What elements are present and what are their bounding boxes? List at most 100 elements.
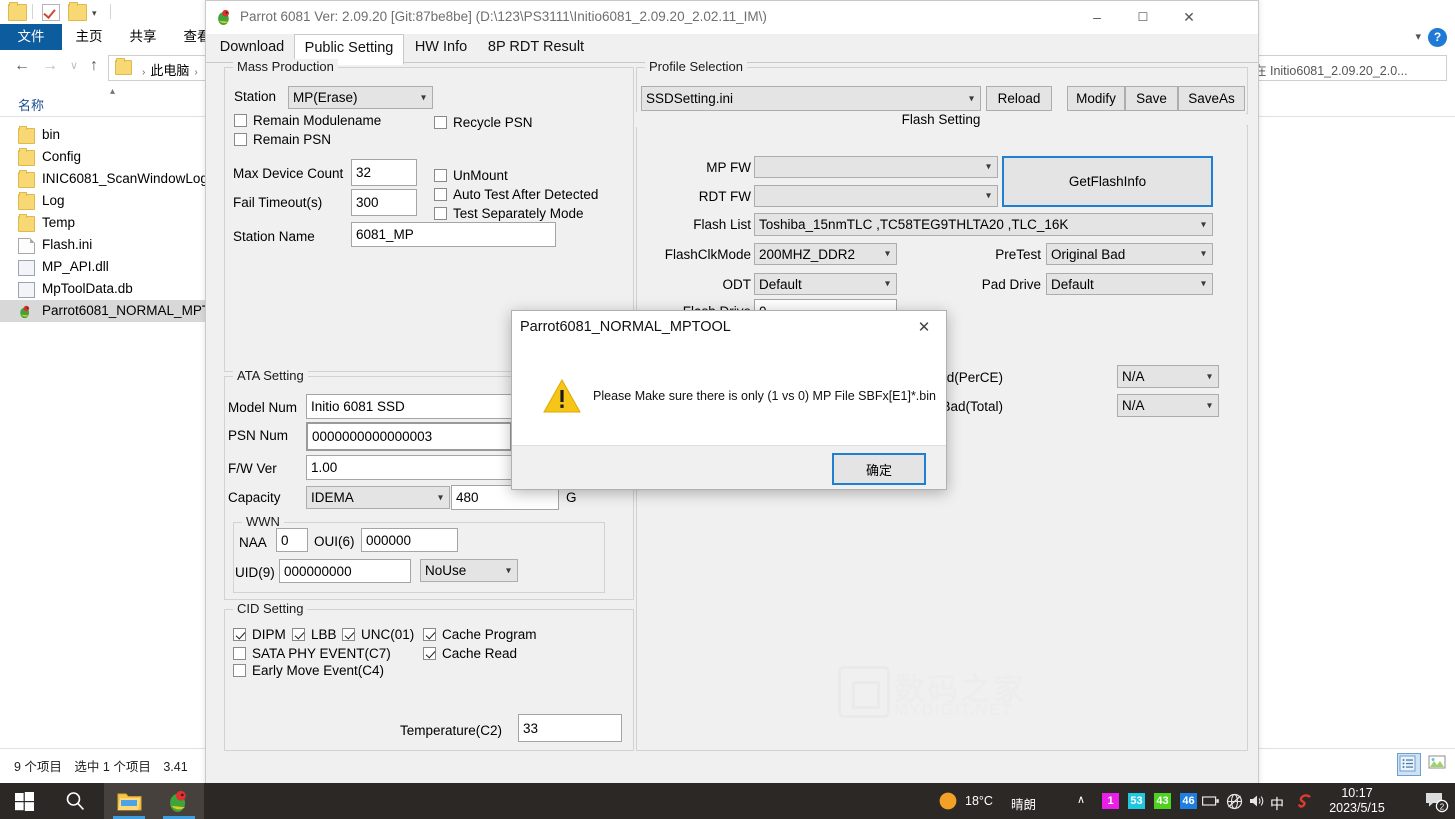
help-icon[interactable]: ? (1428, 28, 1447, 47)
oui-input[interactable]: 000000 (361, 528, 458, 552)
forward-button[interactable]: → (38, 54, 62, 78)
taskbar-file-explorer[interactable] (104, 783, 154, 819)
tray-badge[interactable]: 1 (1102, 793, 1119, 809)
ribbon-tab-home[interactable]: 主页 (62, 24, 116, 50)
list-item[interactable]: INIC6081_ScanWindowLog (0, 168, 208, 190)
flash-clk-mode-label: FlashClkMode (664, 247, 751, 262)
list-view-icon[interactable] (1397, 753, 1421, 776)
temperature-input[interactable]: 33 (518, 714, 622, 742)
psn-num-input[interactable]: 0000000000000003 (306, 422, 512, 451)
reload-button[interactable]: Reload (986, 86, 1052, 111)
network-icon[interactable] (1222, 783, 1246, 819)
max-device-count-input[interactable]: 32 (351, 159, 417, 186)
pretest-select[interactable]: Original Bad ▾ (1046, 243, 1213, 265)
capacity-value: 480 (456, 490, 479, 505)
checkbox-icon[interactable] (42, 4, 60, 21)
flash-clk-mode-select[interactable]: 200MHZ_DDR2 ▾ (754, 243, 897, 265)
folder-icon[interactable] (68, 2, 87, 21)
get-flash-info-button[interactable]: GetFlashInfo (1002, 156, 1213, 207)
naa-input[interactable]: 0 (276, 528, 308, 552)
checkbox-box (233, 647, 246, 660)
checkbox-lbb[interactable]: LBB (292, 627, 337, 642)
minimize-button[interactable]: – (1074, 1, 1120, 33)
modify-button[interactable]: Modify (1067, 86, 1125, 111)
checkbox-auto-test-after-detected[interactable]: Auto Test After Detected (434, 187, 598, 202)
tab-download[interactable]: Download (210, 34, 294, 62)
group-title: WWN (242, 514, 284, 529)
close-icon[interactable]: ✕ (902, 311, 946, 345)
battery-icon[interactable] (1200, 783, 1222, 819)
list-item[interactable]: Flash.ini (0, 234, 205, 256)
ribbon-tab-file[interactable]: 文件 (0, 24, 62, 50)
odt-select[interactable]: Default ▾ (754, 273, 897, 295)
saveas-button[interactable]: SaveAs (1178, 86, 1245, 111)
checkbox-early-move-event-c4[interactable]: Early Move Event(C4) (233, 663, 384, 678)
list-item[interactable]: Log (0, 190, 205, 212)
uid-mode-select[interactable]: NoUse ▾ (420, 559, 518, 582)
checkbox-test-separately-mode[interactable]: Test Separately Mode (434, 206, 584, 221)
checkbox-recycle-psn[interactable]: Recycle PSN (434, 115, 533, 130)
rdt-fw-select[interactable]: ▾ (754, 185, 998, 207)
capacity-mode-select[interactable]: IDEMA ▾ (306, 486, 450, 509)
notification-center-icon[interactable]: 2 (1425, 791, 1449, 813)
ok-button[interactable]: 确定 (832, 453, 926, 485)
chevron-down-icon[interactable]: ▾ (1415, 30, 1421, 43)
breadcrumb-item-this-pc[interactable]: 此电脑 (150, 63, 189, 78)
tab-hw-info[interactable]: HW Info (402, 34, 480, 62)
maximize-button[interactable]: ☐ (1120, 1, 1166, 33)
checkbox-unmount[interactable]: UnMount (434, 168, 508, 183)
tray-chevron-up-icon[interactable]: ∧ (1077, 793, 1085, 806)
search-input[interactable]: ⚲ 在 Initio6081_2.09.20_2.0... (1226, 55, 1447, 81)
back-button[interactable]: ← (10, 54, 34, 78)
weather-condition[interactable]: 晴朗 (1011, 794, 1036, 813)
mp-fw-select[interactable]: ▾ (754, 156, 998, 178)
later-bad-total-select[interactable]: N/A ▾ (1117, 394, 1219, 417)
up-button[interactable]: ↑ (82, 54, 106, 78)
start-button[interactable] (0, 783, 48, 819)
close-button[interactable]: ✕ (1166, 1, 1212, 33)
dropdown-arrow-icon[interactable]: ▾ (92, 8, 97, 19)
checkbox-remain-psn[interactable]: Remain PSN (234, 132, 331, 147)
checkbox-label: UNC(01) (361, 627, 415, 642)
tray-badge[interactable]: 43 (1154, 793, 1171, 809)
tab-8p-rdt-result[interactable]: 8P RDT Result (480, 34, 592, 62)
folder-icon[interactable] (8, 2, 27, 21)
checkbox-unc01[interactable]: UNC(01) (342, 627, 414, 642)
station-name-input[interactable]: 6081_MP (351, 222, 556, 247)
tray-badge[interactable]: 46 (1180, 793, 1197, 809)
clock[interactable]: 10:17 2023/5/15 (1311, 786, 1403, 816)
later-bad-perce-select[interactable]: N/A ▾ (1117, 365, 1219, 388)
checkbox-remain-modulename[interactable]: Remain Modulename (234, 113, 381, 128)
weather-temp[interactable]: 18°C (965, 794, 993, 808)
breadcrumb[interactable]: › 此电脑 › (137, 60, 203, 79)
search-icon[interactable] (48, 783, 102, 819)
model-num-input[interactable]: Initio 6081 SSD (306, 394, 522, 419)
column-header-name[interactable]: 名称 (18, 95, 44, 114)
list-item[interactable]: bin (0, 124, 205, 146)
list-item[interactable]: MpToolData.db (0, 278, 205, 300)
checkbox-dipm[interactable]: DIPM (233, 627, 286, 642)
tray-badge[interactable]: 53 (1128, 793, 1145, 809)
search-value: 在 Initio6081_2.09.20_2.0... (1254, 64, 1408, 78)
list-item[interactable]: MP_API.dll (0, 256, 205, 278)
volume-icon[interactable] (1246, 783, 1268, 819)
fail-timeout-input[interactable]: 300 (351, 189, 417, 216)
checkbox-label: Recycle PSN (453, 115, 533, 130)
tile-view-icon[interactable] (1427, 753, 1449, 774)
uid-input[interactable]: 000000000 (279, 559, 411, 583)
checkbox-sata-phy-event-c7[interactable]: SATA PHY EVENT(C7) (233, 646, 391, 661)
ribbon-tab-share[interactable]: 共享 (116, 24, 170, 50)
checkbox-cache-read[interactable]: Cache Read (423, 646, 517, 661)
list-item[interactable]: Temp (0, 212, 205, 234)
pad-drive-select[interactable]: Default ▾ (1046, 273, 1213, 295)
flash-list-select[interactable]: Toshiba_15nmTLC ,TC58TEG9THLTA20 ,TLC_16… (754, 213, 1213, 236)
list-item-selected[interactable]: Parrot6081_NORMAL_MPT (0, 300, 210, 322)
save-button[interactable]: Save (1125, 86, 1178, 111)
station-select[interactable]: MP(Erase) ▾ (288, 86, 433, 109)
ime-icon[interactable]: 中 (1270, 794, 1284, 814)
list-item[interactable]: Config (0, 146, 205, 168)
taskbar-parrot-mptool[interactable] (154, 783, 204, 819)
fw-ver-input[interactable]: 1.00 (306, 455, 522, 480)
profile-select[interactable]: SSDSetting.ini ▾ (641, 86, 981, 111)
checkbox-cache-program[interactable]: Cache Program (423, 627, 537, 642)
